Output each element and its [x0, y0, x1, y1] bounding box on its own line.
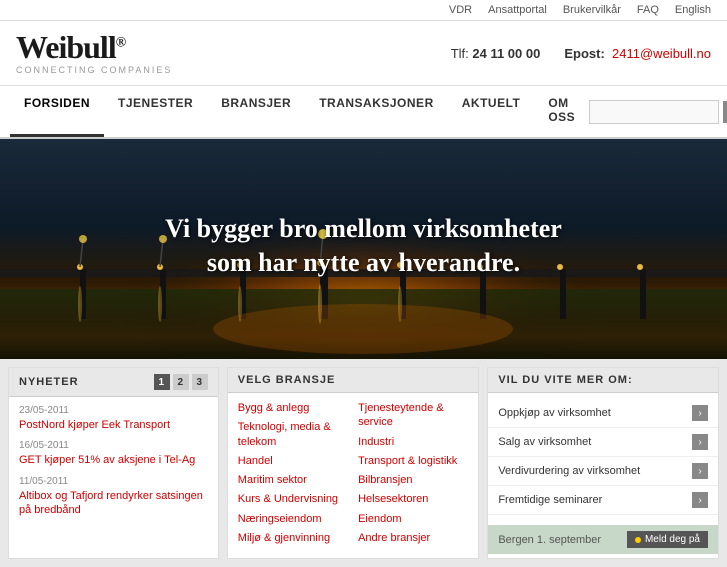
- vdr-link[interactable]: VDR: [449, 4, 472, 16]
- search-area: Søk: [589, 100, 727, 124]
- bransje-bygg[interactable]: Bygg & anlegg: [238, 401, 348, 415]
- right-item-3[interactable]: Verdivurdering av virksomhet ›: [488, 457, 718, 486]
- arrow-icon-1: ›: [692, 405, 708, 421]
- bransje-panel: VELG BRANSJE Bygg & anlegg Teknologi, me…: [227, 367, 480, 559]
- brukervilkar-link[interactable]: Brukervilkår: [563, 4, 621, 16]
- bransje-maritim[interactable]: Maritim sektor: [238, 473, 348, 487]
- nav-item-forsiden[interactable]: FORSIDEN: [10, 86, 104, 137]
- logo-subtitle: CONNECTING COMPANIES: [16, 65, 172, 75]
- news-panel-title: NYHETER: [19, 376, 79, 388]
- hero-headline: Vi bygger bro mellom virksomheter som ha…: [36, 212, 690, 280]
- phone-info: Tlf: 24 11 00 00: [451, 46, 541, 61]
- right-panel-title: VIL DU VITE MER OM:: [498, 374, 632, 386]
- news-item-2[interactable]: GET kjøper 51% av aksjene i Tel-Ag: [19, 453, 208, 467]
- nav-item-bransjer[interactable]: BRANSJER: [207, 86, 305, 137]
- arrow-icon-3: ›: [692, 463, 708, 479]
- news-date-2: 16/05-2011: [19, 440, 208, 451]
- right-item-2[interactable]: Salg av virksomhet ›: [488, 428, 718, 457]
- logo: Weibull®: [16, 31, 172, 63]
- bransje-miljo[interactable]: Miljø & gjenvinning: [238, 531, 348, 545]
- content-area: NYHETER 1 2 3 23/05-2011 PostNord kjøper…: [0, 359, 727, 567]
- banner-text: Bergen 1. september: [498, 534, 601, 546]
- bransje-teknologi[interactable]: Teknologi, media & telekom: [238, 420, 348, 449]
- bransje-naring[interactable]: Næringseiendom: [238, 512, 348, 526]
- bransje-handel[interactable]: Handel: [238, 454, 348, 468]
- nav-item-transaksjoner[interactable]: TRANSAKSJONER: [305, 86, 448, 137]
- bransje-col-1: Bygg & anlegg Teknologi, media & telekom…: [238, 401, 348, 550]
- bransje-panel-title: VELG BRANSJE: [238, 374, 336, 386]
- page-num-3[interactable]: 3: [192, 374, 208, 390]
- bransje-panel-header: VELG BRANSJE: [228, 368, 479, 393]
- right-list: Oppkjøp av virksomhet › Salg av virksomh…: [488, 393, 718, 521]
- bransje-eiendom[interactable]: Eiendom: [358, 512, 468, 526]
- faq-link[interactable]: FAQ: [637, 4, 659, 16]
- header: Weibull® CONNECTING COMPANIES Tlf: 24 11…: [0, 21, 727, 86]
- ansattportal-link[interactable]: Ansattportal: [488, 4, 547, 16]
- bransje-industri[interactable]: Industri: [358, 435, 468, 449]
- arrow-icon-4: ›: [692, 492, 708, 508]
- bransje-kurs[interactable]: Kurs & Undervisning: [238, 492, 348, 506]
- email-link[interactable]: 2411@weibull.no: [612, 46, 711, 61]
- hero-banner: Vi bygger bro mellom virksomheter som ha…: [0, 139, 727, 359]
- right-item-4[interactable]: Fremtidige seminarer ›: [488, 486, 718, 515]
- footer-banner: Bergen 1. september Meld deg på: [488, 525, 718, 554]
- bransje-helse[interactable]: Helsesektoren: [358, 492, 468, 506]
- dot-icon: [635, 537, 641, 543]
- news-date-1: 23/05-2011: [19, 405, 208, 416]
- bransje-transport[interactable]: Transport & logistikk: [358, 454, 468, 468]
- logo-area: Weibull® CONNECTING COMPANIES: [16, 31, 172, 75]
- nav-item-tjenester[interactable]: TJENESTER: [104, 86, 207, 137]
- nav-items: FORSIDEN TJENESTER BRANSJER TRANSAKSJONE…: [10, 86, 589, 137]
- nav-item-aktuelt[interactable]: AKTUELT: [448, 86, 535, 137]
- contact-area: Tlf: 24 11 00 00 Epost: 2411@weibull.no: [451, 46, 711, 61]
- meld-button[interactable]: Meld deg på: [627, 531, 708, 548]
- top-bar: VDR Ansattportal Brukervilkår FAQ Englis…: [0, 0, 727, 21]
- bransje-bil[interactable]: Bilbransjen: [358, 473, 468, 487]
- news-date-3: 11/05-2011: [19, 476, 208, 487]
- bransje-list: Bygg & anlegg Teknologi, media & telekom…: [228, 393, 479, 558]
- email-info: Epost: 2411@weibull.no: [564, 46, 711, 61]
- right-item-1[interactable]: Oppkjøp av virksomhet ›: [488, 399, 718, 428]
- nav-item-omoss[interactable]: OM OSS: [534, 86, 589, 137]
- bransje-tjeneste[interactable]: Tjenesteytende & service: [358, 401, 468, 430]
- search-input[interactable]: [589, 100, 719, 124]
- news-list: 23/05-2011 PostNord kjøper Eek Transport…: [9, 397, 218, 525]
- english-link[interactable]: English: [675, 4, 711, 16]
- bransje-col-2: Tjenesteytende & service Industri Transp…: [358, 401, 468, 550]
- page-num-1[interactable]: 1: [154, 374, 170, 390]
- nav-bar: FORSIDEN TJENESTER BRANSJER TRANSAKSJONE…: [0, 86, 727, 139]
- right-panel: VIL DU VITE MER OM: Oppkjøp av virksomhe…: [487, 367, 719, 559]
- page-num-2[interactable]: 2: [173, 374, 189, 390]
- news-panel-header: NYHETER 1 2 3: [9, 368, 218, 397]
- page-numbers: 1 2 3: [154, 374, 208, 390]
- right-panel-header: VIL DU VITE MER OM:: [488, 368, 718, 393]
- bransje-andre[interactable]: Andre bransjer: [358, 531, 468, 545]
- news-item-3[interactable]: Altibox og Tafjord rendyrker satsingen p…: [19, 489, 208, 518]
- news-item-1[interactable]: PostNord kjøper Eek Transport: [19, 418, 208, 432]
- arrow-icon-2: ›: [692, 434, 708, 450]
- hero-text: Vi bygger bro mellom virksomheter som ha…: [36, 212, 690, 280]
- news-panel: NYHETER 1 2 3 23/05-2011 PostNord kjøper…: [8, 367, 219, 559]
- search-button[interactable]: Søk: [723, 101, 727, 123]
